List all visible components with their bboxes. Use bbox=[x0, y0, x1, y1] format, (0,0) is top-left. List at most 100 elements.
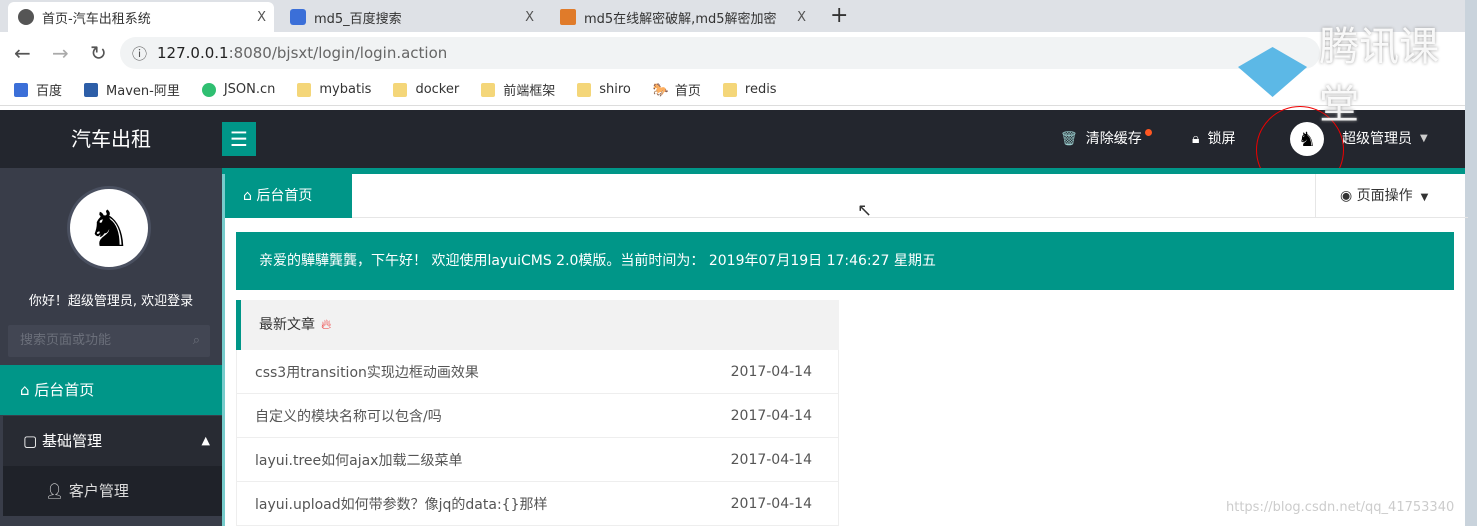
info-icon: ⓘ bbox=[132, 44, 148, 63]
maven-icon bbox=[84, 82, 99, 97]
search-icon[interactable]: ⌕ bbox=[193, 325, 200, 357]
site-icon bbox=[560, 9, 576, 25]
article-date: 2017-04-14 bbox=[730, 363, 812, 380]
clear-cache-button[interactable]: 🗑 清除缓存 bbox=[1060, 110, 1152, 168]
list-item[interactable]: 自定义的模块名称可以包含/吗 2017-04-14 bbox=[236, 394, 839, 438]
sidebar-item-home[interactable]: ⌂ 后台首页 bbox=[0, 365, 222, 415]
folder-icon bbox=[577, 82, 592, 97]
bookmark[interactable]: mybatis bbox=[297, 82, 371, 97]
article-date: 2017-04-14 bbox=[730, 451, 812, 468]
lock-label: 锁屏 bbox=[1207, 131, 1236, 147]
welcome-banner: 亲爱的驊驊龔龔，下午好！ 欢迎使用layuiCMS 2.0模版。当前时间为： 2… bbox=[236, 232, 1454, 290]
notification-dot bbox=[1144, 128, 1152, 136]
article-title[interactable]: layui.upload如何带参数？像jq的data:{}那样 bbox=[255, 494, 548, 514]
radio-icon: ◉ bbox=[1340, 188, 1357, 204]
latest-articles-panel: 最新文章 🔥︎ css3用transition实现边框动画效果 2017-04-14… bbox=[236, 300, 839, 526]
article-title[interactable]: 自定义的模块名称可以包含/吗 bbox=[255, 406, 442, 426]
main-content: ⌂ 后台首页 ◉ 页面操作 ▼ 亲爱的驊驊龔龔，下午好！ 欢迎使用layuiCMS… bbox=[222, 174, 1468, 526]
fire-icon: 🔥︎ bbox=[321, 317, 332, 333]
bookmark-label: 前端框架 bbox=[503, 84, 556, 99]
bookmark[interactable]: redis bbox=[722, 82, 777, 97]
bookmark-label: 首页 bbox=[674, 84, 701, 99]
brand-title: 汽车出租 bbox=[71, 127, 151, 151]
close-icon[interactable]: X bbox=[797, 10, 806, 25]
menu-toggle-button[interactable]: ☰ bbox=[222, 122, 256, 156]
lock-screen-button[interactable]: 🔒︎ 锁屏 bbox=[1192, 110, 1235, 168]
url-path: :8080/bjsxt/login/login.action bbox=[228, 44, 448, 62]
list-item[interactable]: layui.upload如何带参数？像jq的data:{}那样 2017-04-1… bbox=[236, 482, 839, 526]
csdn-watermark: https://blog.csdn.net/qq_41753340 bbox=[1226, 500, 1455, 515]
lock-icon: 🔒︎ bbox=[1192, 131, 1200, 147]
folder-icon bbox=[297, 82, 312, 97]
sidebar: ♞ 你好！超级管理员, 欢迎登录 搜索页面或功能 ⌕ ⌂ 后台首页 ▢ 基础管理 ▲… bbox=[0, 168, 222, 526]
home-icon: ⌂ bbox=[243, 188, 257, 204]
panel-header: 最新文章 🔥︎ bbox=[236, 300, 839, 350]
close-icon[interactable]: X bbox=[257, 10, 266, 25]
watermark-text: 腾讯课堂 bbox=[1319, 24, 1440, 128]
folder-icon bbox=[722, 82, 737, 97]
tab-title: md5_百度搜索 bbox=[314, 11, 402, 27]
tab-home[interactable]: ⌂ 后台首页 bbox=[225, 174, 352, 218]
sidebar-item-label: 基础管理 bbox=[41, 432, 102, 450]
browser-tab[interactable]: md5在线解密破解,md5解密加密 X bbox=[550, 2, 814, 32]
bookmark[interactable]: 百度 bbox=[14, 80, 62, 99]
article-title[interactable]: layui.tree如何ajax加载二级菜单 bbox=[255, 450, 462, 470]
baidu-icon bbox=[14, 82, 28, 97]
tencent-classroom-logo-icon bbox=[1238, 47, 1308, 97]
bookmark-label: 百度 bbox=[36, 84, 63, 99]
bookmark[interactable]: shiro bbox=[577, 82, 631, 97]
tab-label: 后台首页 bbox=[256, 188, 313, 204]
bookmark-label: JSON.cn bbox=[223, 82, 276, 97]
forward-icon[interactable]: → bbox=[52, 41, 76, 65]
baidu-icon bbox=[290, 9, 306, 25]
tab-divider bbox=[352, 217, 1468, 218]
sidebar-item-label: 客户管理 bbox=[68, 482, 129, 500]
tab-title: md5在线解密破解,md5解密加密 bbox=[584, 11, 777, 27]
horse-icon: 🐎 bbox=[652, 82, 670, 98]
json-icon bbox=[201, 82, 216, 97]
user-avatar: ♞ bbox=[67, 186, 151, 270]
sidebar-search-input[interactable]: 搜索页面或功能 ⌕ bbox=[8, 325, 210, 357]
bookmark-label: Maven-阿里 bbox=[106, 84, 180, 99]
globe-icon bbox=[18, 9, 34, 25]
bookmark[interactable]: JSON.cn bbox=[201, 82, 276, 97]
panel-title: 最新文章 bbox=[259, 317, 315, 333]
new-tab-button[interactable]: + bbox=[830, 3, 848, 28]
sidebar-item-customer[interactable]: 👤︎ 客户管理 bbox=[3, 466, 222, 516]
article-title[interactable]: css3用transition实现边框动画效果 bbox=[255, 362, 479, 382]
bookmark[interactable]: 🐎 首页 bbox=[652, 80, 701, 100]
sidebar-item-label: 后台首页 bbox=[34, 381, 95, 399]
bookmark[interactable]: docker bbox=[393, 82, 459, 97]
sidebar-item-basic[interactable]: ▢ 基础管理 ▲ bbox=[3, 416, 222, 466]
browser-tab[interactable]: md5_百度搜索 X bbox=[280, 2, 542, 32]
page-operations-dropdown[interactable]: ◉ 页面操作 ▼ bbox=[1315, 174, 1468, 218]
reload-icon[interactable]: ↻ bbox=[90, 41, 114, 65]
search-placeholder: 搜索页面或功能 bbox=[20, 333, 112, 348]
note-icon: ▢ bbox=[23, 432, 42, 450]
page-ops-label: 页面操作 bbox=[1356, 188, 1413, 204]
bookmark-label: redis bbox=[744, 82, 777, 97]
greeting: 你好！超级管理员, 欢迎登录 bbox=[28, 294, 194, 309]
url-host: 127.0.0.1 bbox=[157, 44, 229, 62]
bookmark[interactable]: 前端框架 bbox=[481, 80, 555, 99]
bookmark[interactable]: Maven-阿里 bbox=[84, 80, 180, 99]
article-date: 2017-04-14 bbox=[730, 407, 812, 424]
close-icon[interactable]: X bbox=[525, 10, 534, 25]
trash-icon: 🗑 bbox=[1060, 131, 1078, 147]
list-item[interactable]: css3用transition实现边框动画效果 2017-04-14 bbox=[236, 350, 839, 394]
back-icon[interactable]: ← bbox=[14, 41, 38, 65]
article-date: 2017-04-14 bbox=[730, 495, 812, 512]
folder-icon bbox=[393, 82, 408, 97]
mouse-cursor-icon: ↖ bbox=[857, 200, 873, 221]
chevron-down-icon: ▼ bbox=[1420, 192, 1429, 203]
chevron-up-icon: ▲ bbox=[201, 434, 210, 447]
folder-icon bbox=[481, 82, 496, 97]
bookmark-label: docker bbox=[415, 82, 460, 97]
watermark-logo: 腾讯课堂 bbox=[1238, 14, 1477, 130]
url-input[interactable]: ⓘ 127.0.0.1:8080/bjsxt/login/login.action bbox=[120, 37, 1320, 69]
user-icon: 👤︎ bbox=[45, 482, 69, 500]
list-item[interactable]: layui.tree如何ajax加载二级菜单 2017-04-14 bbox=[236, 438, 839, 482]
tab-title: 首页-汽车出租系统 bbox=[42, 11, 151, 27]
browser-tab[interactable]: 首页-汽车出租系统 X bbox=[8, 2, 274, 32]
bookmark-label: shiro bbox=[599, 82, 631, 97]
